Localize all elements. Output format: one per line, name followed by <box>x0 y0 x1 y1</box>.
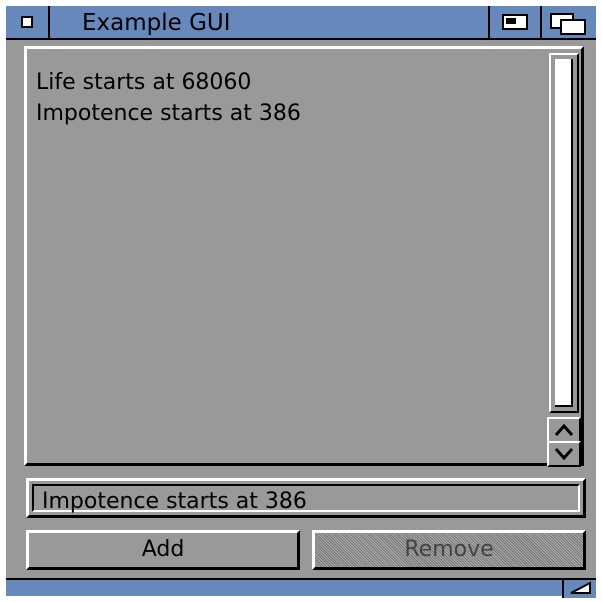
scroll-down-button[interactable] <box>547 441 581 467</box>
bottom-border <box>6 578 596 598</box>
window-title: Example GUI <box>82 10 231 36</box>
title-bar[interactable]: Example GUI <box>6 6 596 40</box>
app-window: Example GUI Life starts at 68060 Impoten… <box>6 6 596 598</box>
depth-button[interactable] <box>542 6 596 40</box>
zoom-button[interactable] <box>488 6 542 40</box>
add-button[interactable]: Add <box>26 530 300 570</box>
scrollbar-knob[interactable] <box>555 59 573 407</box>
text-input[interactable]: Impotence starts at 386 <box>26 478 586 518</box>
scrollbar-track[interactable] <box>549 53 579 413</box>
close-icon <box>21 16 33 28</box>
close-button[interactable] <box>6 6 50 40</box>
list-item[interactable]: Life starts at 68060 <box>36 67 531 98</box>
text-input-value: Impotence starts at 386 <box>42 489 307 514</box>
scroll-up-button[interactable] <box>547 417 581 443</box>
listview[interactable]: Life starts at 68060 Impotence starts at… <box>24 46 584 467</box>
chevron-down-icon <box>554 448 574 461</box>
resize-button[interactable] <box>562 578 596 598</box>
list-item[interactable]: Impotence starts at 386 <box>36 98 531 129</box>
zoom-icon <box>502 14 528 30</box>
remove-button[interactable]: Remove <box>312 530 586 570</box>
list-items: Life starts at 68060 Impotence starts at… <box>36 67 531 129</box>
resize-icon <box>570 581 591 594</box>
chevron-up-icon <box>554 423 574 436</box>
